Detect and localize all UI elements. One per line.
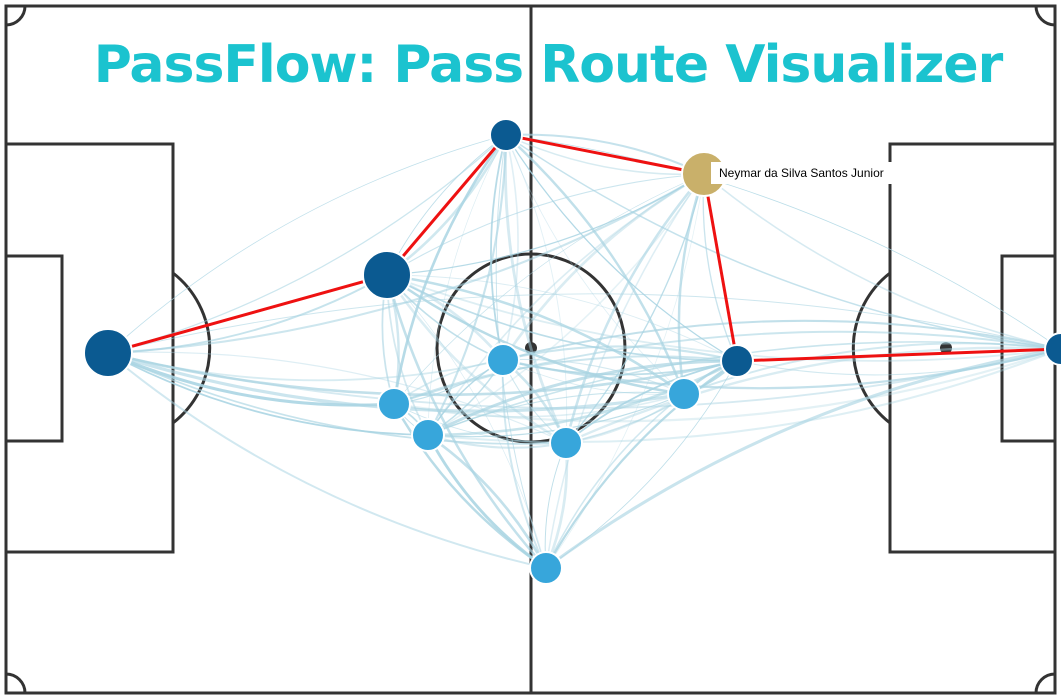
player-node[interactable] xyxy=(377,387,411,421)
corner-arc-top-left xyxy=(5,5,27,27)
pass-edge xyxy=(107,134,507,354)
player-node[interactable] xyxy=(83,328,133,378)
route-segment xyxy=(107,273,388,355)
player-node[interactable] xyxy=(362,250,412,300)
player-node[interactable] xyxy=(720,344,754,378)
tooltip-player-name: Neymar da Silva Santos Junior xyxy=(719,166,884,180)
page-title: PassFlow: Pass Route Visualizer xyxy=(94,35,1004,95)
pass-edge xyxy=(107,134,507,354)
player-tooltip: Neymar da Silva Santos Junior xyxy=(711,162,896,184)
player-node[interactable] xyxy=(1044,332,1061,366)
pass-edges xyxy=(107,133,1061,570)
corner-arc-top-right xyxy=(1034,5,1056,27)
player-node[interactable] xyxy=(489,118,523,152)
player-node[interactable] xyxy=(549,426,583,460)
player-node[interactable] xyxy=(411,418,445,452)
left-goal-area xyxy=(4,254,64,443)
player-node[interactable] xyxy=(667,377,701,411)
corner-arc-bottom-right xyxy=(1034,672,1056,694)
pass-network-pitch: PassFlow: Pass Route Visualizer Neymar d… xyxy=(4,4,1061,695)
player-node[interactable] xyxy=(529,551,563,585)
player-node[interactable] xyxy=(486,343,520,377)
route-segment xyxy=(385,134,508,276)
corner-arc-bottom-left xyxy=(5,672,27,694)
